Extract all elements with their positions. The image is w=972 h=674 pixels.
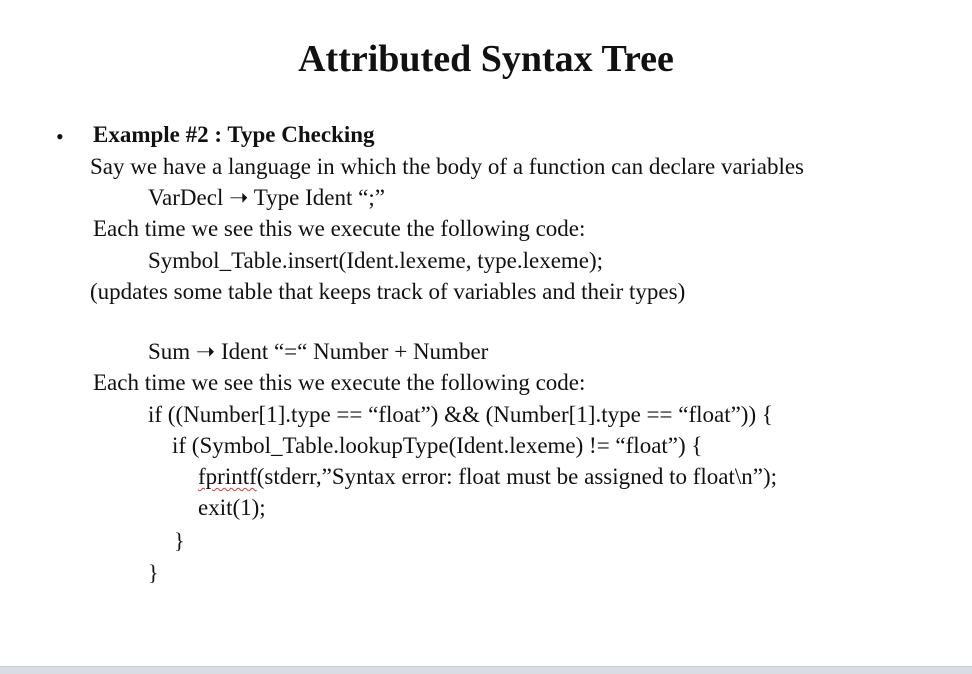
grammar-rule-vardecl: VarDecl ➝ Type Ident “;” [148, 185, 385, 210]
bullet-marker: • [56, 124, 64, 149]
slide-title: Attributed Syntax Tree [298, 38, 674, 80]
slide: Attributed Syntax Tree • Example #2 : Ty… [0, 0, 972, 666]
code-line-exit: exit(1); [198, 495, 266, 520]
closing-brace-inner: } [174, 528, 185, 553]
body-line-7: Each time we see this we execute the fol… [93, 370, 586, 395]
body-line-1: Say we have a language in which the body… [90, 154, 804, 179]
grammar-rule-sum: Sum ➝ Ident “=“ Number + Number [148, 339, 489, 364]
code-line-insert: Symbol_Table.insert(Ident.lexeme, type.l… [148, 248, 604, 273]
spellcheck-word: fprintf [198, 464, 257, 489]
body-line-3: Each time we see this we execute the fol… [93, 216, 586, 241]
code-line-if-inner: if (Symbol_Table.lookupType(Ident.lexeme… [172, 433, 703, 458]
code-line-fprintf-rest: (stderr,”Syntax error: float must be ass… [256, 464, 778, 489]
body-line-5: (updates some table that keeps track of … [90, 279, 686, 304]
code-line-fprintf: fprintf(stderr,”Syntax error: float must… [198, 463, 777, 491]
code-line-if-outer: if ((Number[1].type == “float”) && (Numb… [148, 402, 773, 427]
example-heading: Example #2 : Type Checking [93, 122, 375, 147]
closing-brace-outer: } [148, 560, 159, 585]
bottom-divider [0, 666, 972, 674]
